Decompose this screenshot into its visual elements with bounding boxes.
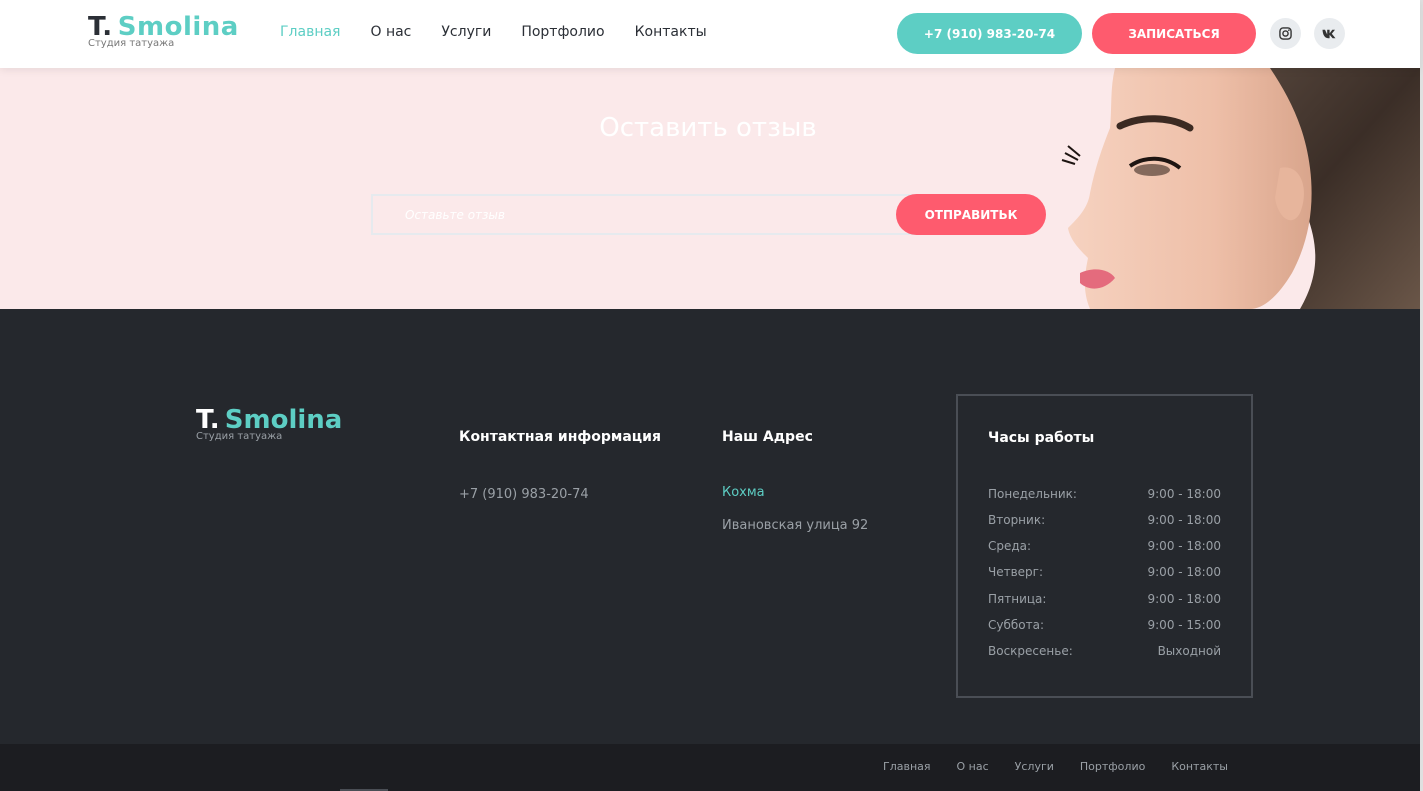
bottom-nav: Главная О нас Услуги Портфолио Контакты bbox=[883, 760, 1254, 773]
footer-phone[interactable]: +7 (910) 983-20-74 bbox=[459, 487, 589, 502]
hours-day: Среда: bbox=[988, 539, 1032, 553]
hours-time: 9:00 - 18:00 bbox=[1147, 513, 1222, 527]
nav-item-contacts[interactable]: Контакты bbox=[635, 24, 707, 40]
review-section: Оставить отзыв ОТПРАВИТЬК bbox=[0, 68, 1420, 309]
nav-item-services[interactable]: Услуги bbox=[441, 24, 491, 40]
nav-item-home[interactable]: Главная bbox=[280, 24, 340, 40]
nav-item-about[interactable]: О нас bbox=[370, 24, 411, 40]
working-hours-title: Часы работы bbox=[988, 430, 1095, 446]
hours-row: Воскресенье: Выходной bbox=[988, 644, 1221, 658]
phone-button[interactable]: +7 (910) 983-20-74 bbox=[897, 13, 1082, 54]
bottom-nav-portfolio[interactable]: Портфолио bbox=[1080, 760, 1145, 773]
hours-day: Понедельник: bbox=[988, 487, 1077, 501]
site-logo[interactable]: T. Smolina Студия татуажа bbox=[88, 12, 239, 49]
site-header: T. Smolina Студия татуажа Главная О нас … bbox=[0, 0, 1420, 68]
bottom-nav-services[interactable]: Услуги bbox=[1015, 760, 1054, 773]
footer-logo[interactable]: T. Smolina Студия татуажа bbox=[196, 405, 342, 442]
site-footer: T. Smolina Студия татуажа Контактная инф… bbox=[0, 309, 1420, 744]
vk-button[interactable] bbox=[1314, 18, 1345, 49]
book-button[interactable]: ЗАПИСАТЬСЯ bbox=[1092, 13, 1256, 54]
hours-day: Вторник: bbox=[988, 513, 1046, 527]
bottom-nav-about[interactable]: О нас bbox=[957, 760, 989, 773]
address-city: Кохма bbox=[722, 485, 765, 500]
bottom-nav-home[interactable]: Главная bbox=[883, 760, 931, 773]
address-title: Наш Адрес bbox=[722, 429, 813, 445]
bottom-nav-contacts[interactable]: Контакты bbox=[1171, 760, 1228, 773]
model-portrait-image bbox=[1060, 68, 1420, 309]
review-input[interactable] bbox=[371, 194, 931, 235]
hours-row: Вторник: 9:00 - 18:00 bbox=[988, 513, 1221, 527]
hours-day: Суббота: bbox=[988, 618, 1045, 632]
hours-row: Пятница: 9:00 - 18:00 bbox=[988, 592, 1221, 606]
hours-row: Понедельник: 9:00 - 18:00 bbox=[988, 487, 1221, 501]
nav-item-portfolio[interactable]: Портфолио bbox=[521, 24, 604, 40]
hours-row: Суббота: 9:00 - 15:00 bbox=[988, 618, 1221, 632]
hours-time: 9:00 - 18:00 bbox=[1147, 565, 1222, 579]
main-nav: Главная О нас Услуги Портфолио Контакты bbox=[280, 24, 737, 40]
hours-time: 9:00 - 18:00 bbox=[1147, 539, 1222, 553]
hours-day: Четверг: bbox=[988, 565, 1044, 579]
vk-icon bbox=[1322, 29, 1335, 38]
hours-day: Пятница: bbox=[988, 592, 1047, 606]
hours-time: 9:00 - 18:00 bbox=[1147, 592, 1222, 606]
hours-day: Воскресенье: bbox=[988, 644, 1073, 658]
instagram-icon bbox=[1279, 27, 1292, 40]
hours-row: Четверг: 9:00 - 18:00 bbox=[988, 565, 1221, 579]
working-hours-box: Часы работы Понедельник: 9:00 - 18:00 Вт… bbox=[956, 394, 1253, 698]
address-street: Ивановская улица 92 bbox=[722, 518, 869, 533]
contact-info-title: Контактная информация bbox=[459, 429, 661, 445]
hours-time: 9:00 - 18:00 bbox=[1147, 487, 1222, 501]
hours-row: Среда: 9:00 - 18:00 bbox=[988, 539, 1221, 553]
hours-time: 9:00 - 15:00 bbox=[1147, 618, 1222, 632]
bottom-bar: Главная О нас Услуги Портфолио Контакты bbox=[0, 744, 1420, 791]
send-review-button[interactable]: ОТПРАВИТЬК bbox=[896, 194, 1046, 235]
instagram-button[interactable] bbox=[1270, 18, 1301, 49]
hours-time: Выходной bbox=[1157, 644, 1221, 658]
